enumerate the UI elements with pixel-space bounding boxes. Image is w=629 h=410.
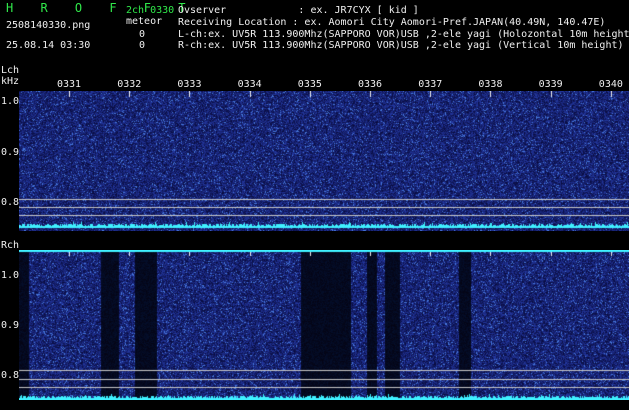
time-label-0337: 0337 <box>418 79 443 90</box>
time-label-0331: 0331 <box>57 79 82 90</box>
time-label-0338: 0338 <box>478 79 503 90</box>
lch-label: Lch <box>1 65 20 76</box>
datetime: 25.08.14 03:30 <box>6 40 91 51</box>
lch-tick-0-8: 0.8 <box>1 197 20 208</box>
filename: 2508140330.png <box>6 20 91 31</box>
observer-line: Ovserver : ex. JR7CYX [ kid ] <box>178 5 419 16</box>
meteor-count-r: 0 <box>139 40 146 51</box>
lch-tick-1-0: 1.0 <box>1 96 20 107</box>
rch-line: R-ch:ex. UV5R 113.900Mhz(SAPPORO VOR)USB… <box>178 40 624 51</box>
rch-label: Rch <box>1 240 20 251</box>
time-label-0332: 0332 <box>117 79 142 90</box>
time-axis: 0331 0332 0333 0334 0335 0336 0337 0338 0339 0340 <box>0 79 629 91</box>
meteor-count-l: 0 <box>139 29 146 40</box>
time-label-0336: 0336 <box>358 79 383 90</box>
time-label-0334: 0334 <box>237 79 262 90</box>
time-label-0340: 0340 <box>598 79 623 90</box>
time-label-0339: 0339 <box>538 79 563 90</box>
meteor-label: meteor <box>126 16 163 27</box>
rch-tick-0-9: 0.9 <box>1 320 20 331</box>
lch-spectrogram <box>19 91 629 231</box>
rch-spectrogram-canvas <box>19 250 629 400</box>
rch-spectrogram <box>19 250 629 400</box>
time-label-0335: 0335 <box>297 79 322 90</box>
rch-tick-0-8: 0.8 <box>1 370 20 381</box>
lch-tick-0-9: 0.9 <box>1 147 20 158</box>
location-line: Receiving Location : ex. Aomori City Aom… <box>178 17 606 28</box>
lch-line: L-ch:ex. UV5R 113.900Mhz(SAPPORO VOR)USB… <box>178 29 629 40</box>
time-label-0333: 0333 <box>177 79 202 90</box>
channel-time: 2ch 0330 <box>126 5 175 16</box>
lch-spectrogram-canvas <box>19 91 629 231</box>
rch-tick-1-0: 1.0 <box>1 270 20 281</box>
